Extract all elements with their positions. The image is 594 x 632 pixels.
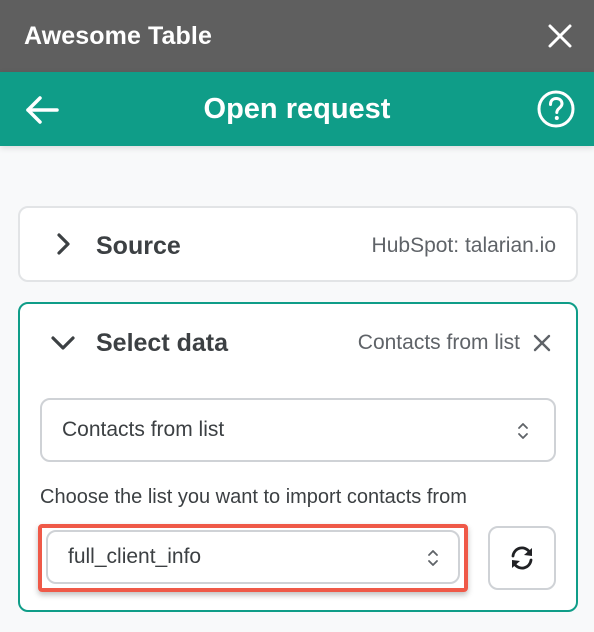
data-type-selected: Contacts from list [62, 418, 225, 441]
data-type-select[interactable]: Contacts from list [40, 398, 556, 462]
source-section[interactable]: Source HubSpot: talarian.io [18, 206, 578, 282]
list-select-label: Choose the list you want to import conta… [40, 486, 467, 508]
window-titlebar: Awesome Table [0, 0, 594, 72]
select-arrows-icon [518, 423, 528, 439]
source-value: HubSpot: talarian.io [371, 234, 556, 257]
chevron-right-icon [57, 233, 70, 255]
select-data-section: Select data Contacts from list Contacts … [18, 302, 578, 612]
contact-list-select[interactable]: full_client_info [46, 530, 460, 584]
page-title: Open request [203, 92, 391, 125]
arrow-left-icon[interactable] [24, 92, 60, 128]
close-icon[interactable] [546, 22, 574, 50]
select-data-value: Contacts from list [357, 331, 520, 354]
source-title: Source [96, 232, 181, 260]
contact-list-selected: full_client_info [68, 545, 202, 568]
refresh-button[interactable] [488, 526, 556, 590]
select-data-title[interactable]: Select data [96, 329, 228, 358]
chevron-down-icon[interactable] [50, 330, 76, 356]
refresh-icon [511, 546, 533, 570]
help-circle-icon[interactable] [536, 89, 576, 129]
app-title: Awesome Table [24, 21, 212, 50]
select-arrows-icon [428, 550, 438, 566]
page-header: Open request [0, 72, 594, 146]
close-icon[interactable] [532, 333, 552, 353]
